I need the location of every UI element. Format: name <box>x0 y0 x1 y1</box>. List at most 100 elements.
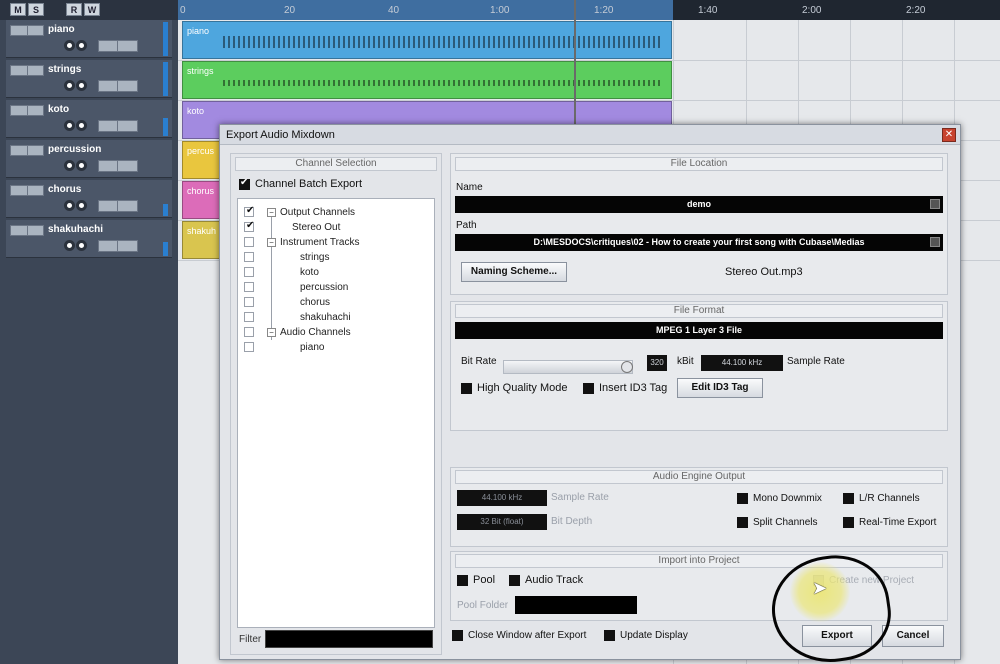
mute-solo-buttons[interactable] <box>10 25 44 36</box>
naming-scheme-button[interactable]: Naming Scheme... <box>461 262 567 282</box>
channel-tree[interactable]: − Output Channels Stereo Out − Instrumen… <box>237 198 435 628</box>
pool-folder-field[interactable] <box>515 596 637 614</box>
dialog-title-bar[interactable]: Export Audio Mixdown ✕ <box>220 125 960 145</box>
track-header-toolbar: M S R W <box>0 0 178 20</box>
monitor-record-buttons[interactable] <box>64 80 90 92</box>
ruler-tick: 40 <box>388 5 400 16</box>
audio-track-checkbox[interactable] <box>509 574 520 586</box>
audio-track-option[interactable]: Audio Track <box>509 574 583 586</box>
tree-item-stereo-out[interactable]: Stereo Out <box>244 220 340 237</box>
write-all-button[interactable]: W <box>84 3 100 16</box>
track-piano[interactable]: piano <box>6 20 172 58</box>
timeline-ruler[interactable]: 0 20 40 1:00 1:20 1:40 2:00 2:20 <box>178 0 1000 20</box>
mono-downmix-option[interactable]: Mono Downmix <box>737 492 822 504</box>
solo-all-button[interactable]: S <box>28 3 44 16</box>
tree-item-chorus[interactable]: chorus <box>244 297 330 312</box>
clip-strings[interactable]: strings <box>182 61 672 99</box>
read-write-buttons[interactable] <box>98 120 138 132</box>
tree-checkbox[interactable] <box>244 237 254 248</box>
file-format-select[interactable]: MPEG 1 Layer 3 File <box>455 322 943 339</box>
read-all-button[interactable]: R <box>66 3 82 16</box>
tree-checkbox[interactable] <box>244 297 254 308</box>
track-koto[interactable]: koto <box>6 100 172 138</box>
name-field[interactable]: demo <box>455 196 943 213</box>
pool-option[interactable]: Pool <box>457 574 495 586</box>
tree-label: koto <box>300 267 319 278</box>
bit-rate-slider-handle[interactable] <box>621 361 633 373</box>
tree-item-koto[interactable]: koto <box>244 267 319 282</box>
mute-solo-buttons[interactable] <box>10 65 44 76</box>
close-window-after-export-checkbox[interactable] <box>452 629 463 641</box>
tree-item-instrument-tracks[interactable]: − Instrument Tracks <box>244 237 359 252</box>
lr-channels-option[interactable]: L/R Channels <box>843 492 920 504</box>
insert-id3-tag-checkbox[interactable] <box>583 382 594 394</box>
waveform <box>223 36 661 48</box>
tree-checkbox[interactable] <box>244 205 254 218</box>
filter-input[interactable] <box>265 630 433 648</box>
tree-item-audio-channels[interactable]: − Audio Channels <box>244 327 351 342</box>
track-chorus[interactable]: chorus <box>6 180 172 218</box>
edit-id3-tag-button[interactable]: Edit ID3 Tag <box>677 378 763 398</box>
dropdown-arrow-icon[interactable] <box>930 237 940 247</box>
track-strings[interactable]: strings <box>6 60 172 98</box>
track-shakuhachi[interactable]: shakuhachi <box>6 220 172 258</box>
tree-checkbox[interactable] <box>244 252 254 263</box>
monitor-record-buttons[interactable] <box>64 40 90 52</box>
collapse-icon[interactable]: − <box>267 238 276 247</box>
pool-checkbox[interactable] <box>457 574 468 586</box>
monitor-record-buttons[interactable] <box>64 200 90 212</box>
tree-item-percussion[interactable]: percussion <box>244 282 348 297</box>
mute-solo-buttons[interactable] <box>10 145 44 156</box>
collapse-icon[interactable]: − <box>267 328 276 337</box>
tree-checkbox[interactable] <box>244 282 254 293</box>
bit-rate-slider[interactable] <box>503 360 633 374</box>
read-write-buttons[interactable] <box>98 80 138 92</box>
clip-piano[interactable]: piano <box>182 21 672 59</box>
clip-shakuhachi[interactable]: shakuh <box>182 221 222 259</box>
high-quality-mode-option[interactable]: High Quality Mode <box>461 382 568 394</box>
monitor-record-buttons[interactable] <box>64 160 90 172</box>
update-display-option[interactable]: Update Display <box>604 629 688 641</box>
lr-channels-checkbox[interactable] <box>843 492 854 504</box>
tree-checkbox[interactable] <box>244 220 254 233</box>
clip-chorus[interactable]: chorus <box>182 181 222 219</box>
mute-solo-buttons[interactable] <box>10 105 44 116</box>
insert-id3-tag-option[interactable]: Insert ID3 Tag <box>583 382 667 394</box>
monitor-record-buttons[interactable] <box>64 240 90 252</box>
close-icon[interactable]: ✕ <box>942 128 956 142</box>
realtime-export-option[interactable]: Real-Time Export <box>843 516 936 528</box>
mute-solo-buttons[interactable] <box>10 185 44 196</box>
read-write-buttons[interactable] <box>98 200 138 212</box>
tree-item-strings[interactable]: strings <box>244 252 329 267</box>
split-channels-option[interactable]: Split Channels <box>737 516 817 528</box>
tree-checkbox[interactable] <box>244 312 254 323</box>
read-write-buttons[interactable] <box>98 160 138 172</box>
channel-batch-export-checkbox[interactable] <box>239 177 250 190</box>
sample-rate-select[interactable]: 44.100 kHz <box>701 355 783 371</box>
read-write-buttons[interactable] <box>98 240 138 252</box>
tree-item-shakuhachi[interactable]: shakuhachi <box>244 312 351 327</box>
clip-percussion[interactable]: percus <box>182 141 222 179</box>
update-display-checkbox[interactable] <box>604 629 615 641</box>
realtime-export-checkbox[interactable] <box>843 516 854 528</box>
channel-batch-export-row[interactable]: Channel Batch Export <box>239 177 362 190</box>
read-write-buttons[interactable] <box>98 40 138 52</box>
engine-sample-rate-value: 44.100 kHz <box>481 493 523 502</box>
path-field[interactable]: D:\MESDOCS\critiques\02 - How to create … <box>455 234 943 251</box>
tree-item-piano[interactable]: piano <box>244 342 324 357</box>
tree-checkbox[interactable] <box>244 267 254 278</box>
mono-downmix-checkbox[interactable] <box>737 492 748 504</box>
high-quality-mode-checkbox[interactable] <box>461 382 472 394</box>
cancel-button[interactable]: Cancel <box>882 625 944 647</box>
collapse-icon[interactable]: − <box>267 208 276 217</box>
track-percussion[interactable]: percussion <box>6 140 172 178</box>
tree-checkbox[interactable] <box>244 327 254 338</box>
close-window-after-export-option[interactable]: Close Window after Export <box>452 629 586 641</box>
mute-solo-buttons[interactable] <box>10 225 44 236</box>
monitor-record-buttons[interactable] <box>64 120 90 132</box>
dropdown-arrow-icon[interactable] <box>930 199 940 209</box>
split-channels-checkbox[interactable] <box>737 516 748 528</box>
mute-all-button[interactable]: M <box>10 3 26 16</box>
playhead-cursor[interactable] <box>574 0 576 130</box>
tree-checkbox[interactable] <box>244 342 254 353</box>
